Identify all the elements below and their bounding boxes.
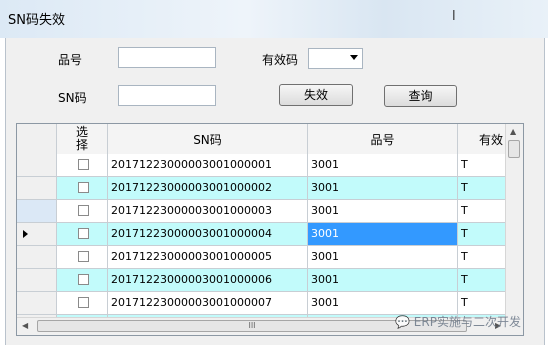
select-cell[interactable] — [57, 154, 108, 177]
column-header-pinhao[interactable]: 品号 — [308, 124, 458, 154]
title-bar-glyph: l — [452, 9, 456, 24]
table-row[interactable]: 20171223000003001000006 3001 T — [17, 269, 507, 292]
youxiao-cell[interactable]: T — [458, 246, 507, 269]
grid-header: 选 择 SN码 品号 有效 — [17, 124, 507, 155]
sn-grid: 选 择 SN码 品号 有效 20171223000003001000001 300… — [16, 123, 524, 336]
pinhao-label: 品号 — [58, 53, 83, 67]
youxiao-cell[interactable]: T — [458, 269, 507, 292]
table-row[interactable]: 20171223000003001000002 3001 T — [17, 177, 507, 200]
pinhao-cell[interactable]: 3001 — [308, 246, 458, 269]
youxiao-cell[interactable]: T — [458, 177, 507, 200]
table-row[interactable]: 20171223000003001000001 3001 T — [17, 154, 507, 177]
row-checkbox[interactable] — [78, 228, 89, 239]
row-checkbox[interactable] — [78, 182, 89, 193]
sn-cell[interactable]: 20171223000003001000004 — [108, 223, 308, 246]
select-cell[interactable] — [57, 223, 108, 246]
pinhao-cell[interactable]: 3001 — [308, 154, 458, 177]
scroll-up-icon[interactable]: ▲ — [510, 127, 516, 136]
youxiao-cell[interactable]: T — [458, 200, 507, 223]
row-checkbox[interactable] — [78, 297, 89, 308]
current-row-arrow-icon — [23, 230, 28, 238]
sn-cell[interactable]: 20171223000003001000006 — [108, 269, 308, 292]
table-row[interactable]: 20171223000003001000007 3001 T — [17, 292, 507, 315]
pinhao-input[interactable] — [118, 47, 216, 68]
watermark-text: ERP实施与二次开发 — [413, 315, 521, 329]
youxiao-label: 有效码 — [262, 53, 299, 67]
vertical-scrollbar[interactable]: ▲ — [505, 124, 523, 319]
youxiao-cell[interactable]: T — [458, 154, 507, 177]
pinhao-cell[interactable]: 3001 — [308, 200, 458, 223]
row-header-corner — [17, 124, 57, 154]
pinhao-cell[interactable]: 3001 — [308, 223, 458, 246]
sn-label: SN码 — [58, 91, 87, 105]
pinhao-cell[interactable]: 3001 — [308, 292, 458, 315]
sn-cell[interactable]: 20171223000003001000007 — [108, 292, 308, 315]
chevron-down-icon[interactable] — [350, 55, 358, 60]
row-header[interactable] — [17, 154, 57, 177]
invalidate-button[interactable]: 失效 — [279, 84, 353, 106]
vertical-scroll-thumb[interactable] — [508, 140, 520, 158]
row-checkbox[interactable] — [78, 205, 89, 216]
row-checkbox[interactable] — [78, 159, 89, 170]
sn-cell[interactable]: 20171223000003001000002 — [108, 177, 308, 200]
youxiao-cell[interactable]: T — [458, 223, 507, 246]
column-header-select[interactable]: 选 择 — [57, 124, 108, 154]
select-cell[interactable] — [57, 292, 108, 315]
window-title: SN码失效 — [8, 13, 65, 28]
select-cell[interactable] — [57, 269, 108, 292]
scroll-left-icon[interactable]: ◀ — [22, 321, 28, 330]
watermark: 💬 ERP实施与二次开发 — [395, 313, 521, 330]
pinhao-cell[interactable]: 3001 — [308, 269, 458, 292]
title-bar: SN码失效 l — [0, 0, 548, 38]
sn-cell[interactable]: 20171223000003001000003 — [108, 200, 308, 223]
table-row[interactable]: 20171223000003001000005 3001 T — [17, 246, 507, 269]
chat-bubble-icon: 💬 — [395, 315, 410, 329]
sn-cell[interactable]: 20171223000003001000005 — [108, 246, 308, 269]
sn-input[interactable] — [118, 85, 216, 106]
youxiao-cell[interactable]: T — [458, 292, 507, 315]
row-header[interactable] — [17, 246, 57, 269]
table-row[interactable]: 20171223000003001000003 3001 T — [17, 200, 507, 223]
select-cell[interactable] — [57, 200, 108, 223]
row-header[interactable] — [17, 177, 57, 200]
row-checkbox[interactable] — [78, 251, 89, 262]
select-cell[interactable] — [57, 177, 108, 200]
youxiao-select[interactable] — [308, 48, 363, 69]
query-button[interactable]: 查询 — [384, 85, 457, 107]
row-checkbox[interactable] — [78, 274, 89, 285]
row-header[interactable] — [17, 200, 57, 223]
column-header-sn[interactable]: SN码 — [108, 124, 308, 154]
row-header[interactable] — [17, 292, 57, 315]
row-header[interactable] — [17, 269, 57, 292]
table-row[interactable]: 20171223000003001000004 3001 T — [17, 223, 507, 246]
row-header[interactable] — [17, 223, 57, 246]
select-cell[interactable] — [57, 246, 108, 269]
pinhao-cell[interactable]: 3001 — [308, 177, 458, 200]
sn-cell[interactable]: 20171223000003001000001 — [108, 154, 308, 177]
